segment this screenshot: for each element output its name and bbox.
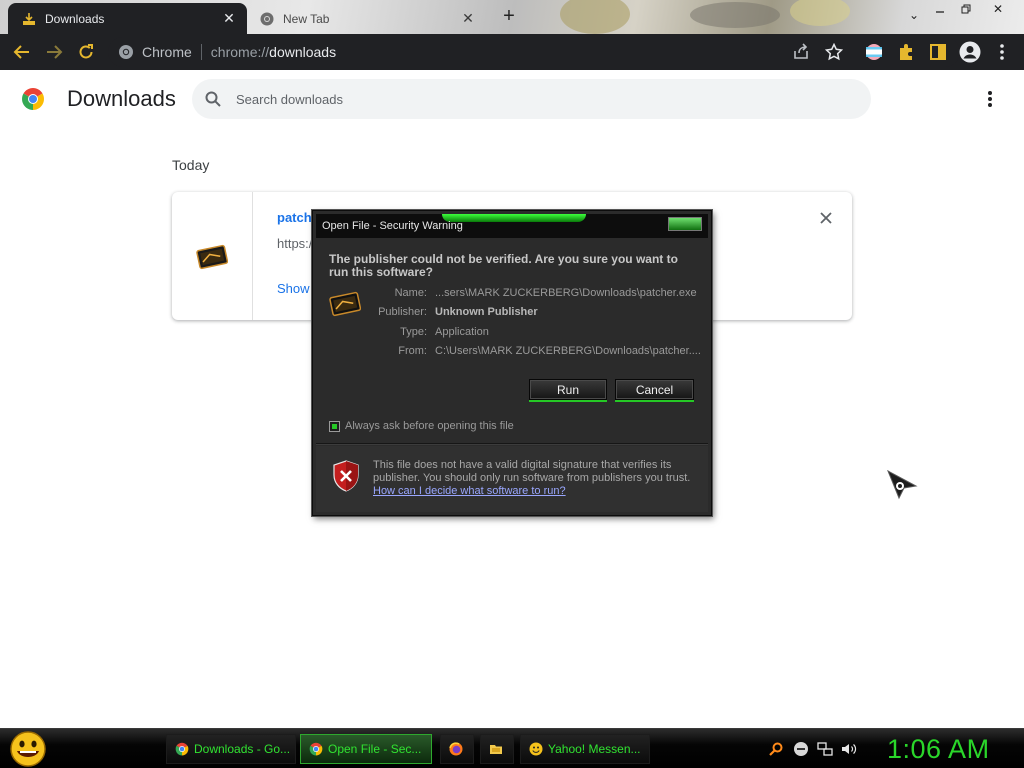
field-name-row: Name: ...sers\MARK ZUCKERBERG\Downloads\… xyxy=(313,287,713,303)
date-section-label: Today xyxy=(172,157,210,173)
tab-search-icon[interactable]: ⌄ xyxy=(900,6,928,24)
more-options-icon[interactable] xyxy=(978,87,1002,111)
theme-splatter xyxy=(560,0,630,34)
task-label: Downloads - Go... xyxy=(194,742,291,756)
restore-icon[interactable] xyxy=(952,0,980,18)
url-host: downloads xyxy=(269,44,337,60)
browser-toolbar: Chrome chrome://downloads xyxy=(0,34,1024,70)
taskbar-item-folder[interactable] xyxy=(480,734,514,764)
page-title: Downloads xyxy=(67,86,176,111)
dialog-divider xyxy=(316,443,708,445)
theme-splatter xyxy=(690,2,780,28)
theme-splatter xyxy=(790,0,850,26)
titlebar-glow xyxy=(442,214,586,222)
field-label: Name: xyxy=(394,287,427,299)
chrome-site-icon xyxy=(119,45,133,59)
patcher-file-icon xyxy=(196,244,228,270)
tab-new-tab[interactable]: New Tab ✕ xyxy=(250,3,486,34)
smiley-icon xyxy=(529,742,543,756)
back-icon[interactable] xyxy=(6,36,38,68)
signature-warning: This file does not have a valid digital … xyxy=(373,459,698,498)
network-icon[interactable] xyxy=(817,741,833,757)
tab-title: Downloads xyxy=(45,11,105,26)
close-icon[interactable]: ✕ xyxy=(984,0,1012,18)
dialog-close-button[interactable] xyxy=(668,217,702,231)
firefox-icon xyxy=(449,742,463,756)
omnibox-scheme-label: Chrome xyxy=(142,44,192,60)
folder-icon xyxy=(490,745,502,754)
extensions-icon[interactable] xyxy=(890,36,922,68)
chrome-logo-icon xyxy=(22,88,44,110)
field-publisher-row: Publisher: Unknown Publisher xyxy=(313,306,713,322)
search-icon xyxy=(205,91,221,107)
omnibox-divider xyxy=(200,44,202,60)
security-warning-dialog: Open File - Security Warning The publish… xyxy=(312,210,712,516)
volume-icon[interactable] xyxy=(841,741,857,757)
task-label: Open File - Sec... xyxy=(328,742,422,756)
checkbox-check-mark xyxy=(332,423,337,429)
chrome-icon xyxy=(175,742,189,756)
signature-warning-text: This file does not have a valid digital … xyxy=(373,459,691,484)
new-tab-button[interactable]: + xyxy=(498,6,520,28)
tab-close-icon[interactable]: ✕ xyxy=(221,10,237,27)
chrome-icon xyxy=(309,742,323,756)
url-prefix: chrome:// xyxy=(210,44,270,60)
field-value: Application xyxy=(435,326,489,338)
always-ask-label: Always ask before opening this file xyxy=(345,420,514,432)
start-smiley-icon[interactable] xyxy=(8,731,48,767)
menu-icon[interactable] xyxy=(986,36,1018,68)
tab-title: New Tab xyxy=(283,11,330,26)
page-header: Downloads xyxy=(0,70,1024,128)
mouse-cursor-icon xyxy=(887,470,918,500)
always-ask-checkbox[interactable] xyxy=(329,420,340,432)
field-label: Type: xyxy=(400,326,427,338)
reload-icon[interactable] xyxy=(70,36,102,68)
dialog-titlebar[interactable]: Open File - Security Warning xyxy=(316,214,708,238)
forward-icon[interactable] xyxy=(38,36,70,68)
run-button[interactable]: Run xyxy=(529,379,607,400)
search-input[interactable] xyxy=(236,91,796,107)
chrome-icon xyxy=(260,12,274,25)
taskbar-item-open-file[interactable]: Open File - Sec... xyxy=(300,734,432,764)
field-label: Publisher: xyxy=(378,306,427,318)
taskbar-item-yahoo-messenger[interactable]: Yahoo! Messen... xyxy=(520,734,650,764)
warning-shield-icon xyxy=(333,460,359,492)
share-icon[interactable] xyxy=(785,36,817,68)
taskbar-clock[interactable]: 1:06 AM xyxy=(887,734,990,765)
taskbar-item-downloads[interactable]: Downloads - Go... xyxy=(166,734,296,764)
dialog-title: Open File - Security Warning xyxy=(322,220,463,232)
field-value: Unknown Publisher xyxy=(435,306,538,318)
sidepanel-icon[interactable] xyxy=(922,36,954,68)
tab-downloads[interactable]: Downloads ✕ xyxy=(8,3,247,34)
taskbar-item-firefox[interactable] xyxy=(440,734,474,764)
field-label: From: xyxy=(398,345,427,357)
search-box[interactable] xyxy=(192,79,871,119)
tab-close-icon[interactable]: ✕ xyxy=(460,10,476,27)
field-value: C:\Users\MARK ZUCKERBERG\Downloads\patch… xyxy=(435,345,701,357)
show-in-folder-link[interactable]: Show xyxy=(277,281,310,296)
minimize-icon[interactable] xyxy=(926,0,954,18)
avatar-icon[interactable] xyxy=(954,36,986,68)
search-icon[interactable] xyxy=(768,741,784,757)
always-ask-option[interactable]: Always ask before opening this file xyxy=(329,419,514,433)
cancel-button[interactable]: Cancel xyxy=(615,379,694,400)
dialog-question: The publisher could not be verified. Are… xyxy=(329,252,678,279)
minus-circle-icon[interactable] xyxy=(793,741,809,757)
remove-download-icon[interactable] xyxy=(816,208,836,228)
tab-strip: Downloads ✕ New Tab ✕ + ⌄ ✕ xyxy=(0,0,1024,34)
field-type-row: Type: Application xyxy=(313,326,713,342)
field-value: ...sers\MARK ZUCKERBERG\Downloads\patche… xyxy=(435,287,697,299)
task-label: Yahoo! Messen... xyxy=(548,742,641,756)
download-source-url[interactable]: https:/ xyxy=(277,236,312,251)
download-file-icon-column xyxy=(172,192,253,320)
dialog-warning-footer: This file does not have a valid digital … xyxy=(316,446,708,512)
taskbar: Downloads - Go... Open File - Sec... Yah… xyxy=(0,728,1024,768)
download-tray-icon xyxy=(23,12,35,25)
profile-flag-icon[interactable] xyxy=(858,36,890,68)
star-icon[interactable] xyxy=(818,36,850,68)
field-from-row: From: C:\Users\MARK ZUCKERBERG\Downloads… xyxy=(313,345,713,361)
help-link[interactable]: How can I decide what software to run? xyxy=(373,485,566,497)
